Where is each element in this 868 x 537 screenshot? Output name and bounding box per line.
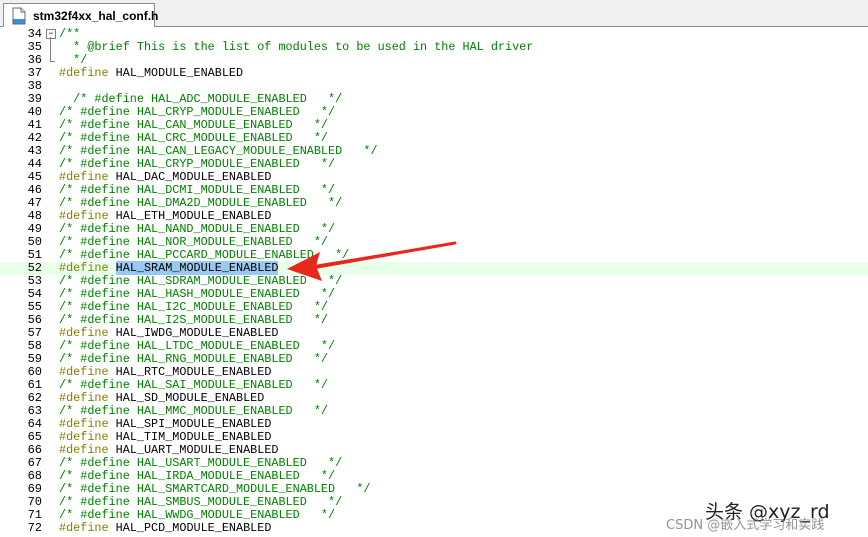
- watermark-csdn: CSDN @嵌入式学习和实践: [666, 518, 825, 533]
- annotation-arrow-icon: [287, 241, 457, 281]
